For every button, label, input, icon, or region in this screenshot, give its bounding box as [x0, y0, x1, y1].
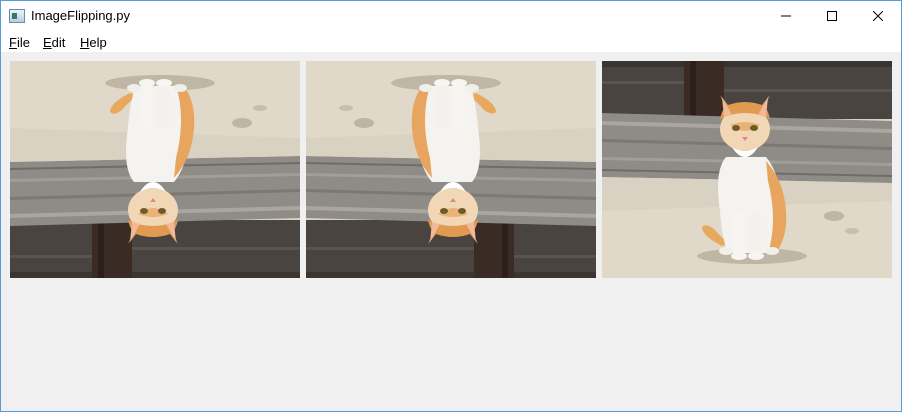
window-title: ImageFlipping.py [31, 8, 130, 23]
python-window-icon [9, 9, 25, 23]
menu-file-label: ile [16, 35, 30, 50]
image-original [602, 61, 892, 278]
menu-file[interactable]: File [9, 35, 30, 50]
menu-help-label: elp [89, 35, 107, 50]
menu-edit-label: dit [51, 35, 66, 50]
image-panel [1, 52, 901, 411]
cat-photo [602, 61, 892, 278]
minimize-icon [781, 15, 791, 17]
cat-photo [10, 61, 300, 278]
close-icon [873, 11, 883, 21]
menu-help-mnemonic: H [80, 35, 90, 50]
close-button[interactable] [855, 1, 901, 31]
menu-file-mnemonic: F [9, 35, 17, 50]
menu-help[interactable]: Help [80, 35, 107, 50]
maximize-button[interactable] [809, 1, 855, 31]
minimize-button[interactable] [763, 1, 809, 31]
title-bar[interactable]: ImageFlipping.py [1, 1, 901, 31]
image-flipped-both [306, 61, 596, 278]
maximize-icon [827, 11, 837, 21]
app-window: ImageFlipping.py File Edit Help [0, 0, 902, 412]
menu-edit-mnemonic: E [43, 35, 52, 50]
cat-photo [306, 61, 596, 278]
menu-edit[interactable]: Edit [43, 35, 65, 50]
image-flipped-vertical [10, 61, 300, 278]
menu-bar: File Edit Help [1, 31, 901, 52]
